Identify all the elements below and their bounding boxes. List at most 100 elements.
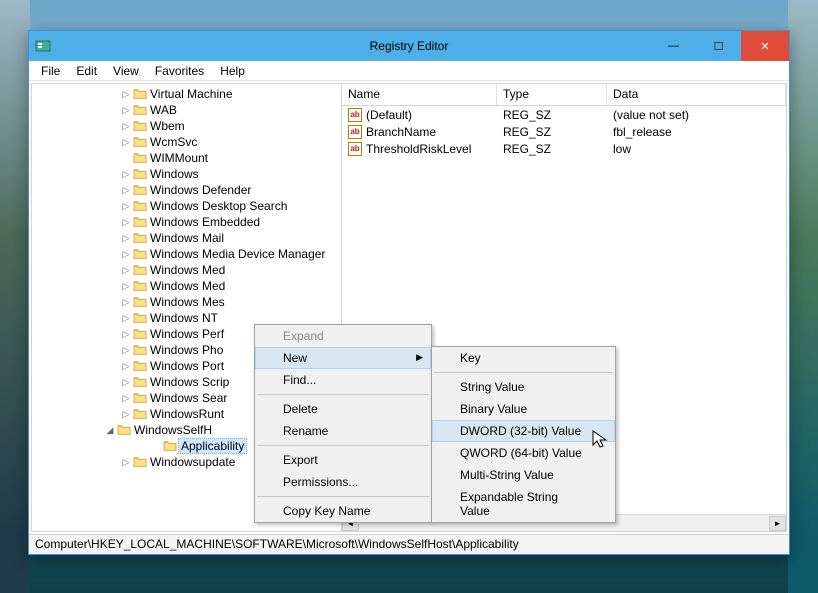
menu-help[interactable]: Help (212, 62, 253, 80)
expand-icon[interactable]: ▷ (120, 457, 132, 468)
tree-item[interactable]: ▷Windows Embedded (32, 214, 341, 230)
tree-item-label: Windowsupdate (148, 455, 237, 469)
tree-item-label: Windows Desktop Search (148, 199, 289, 213)
folder-icon (162, 439, 178, 453)
menu-view[interactable]: View (105, 62, 147, 80)
menu-item[interactable]: DWORD (32-bit) Value (432, 420, 615, 442)
folder-icon (132, 327, 148, 341)
folder-icon (132, 215, 148, 229)
value-row[interactable]: abThresholdRiskLevelREG_SZlow (342, 140, 786, 157)
value-row[interactable]: abBranchNameREG_SZfbl_release (342, 123, 786, 140)
menu-item[interactable]: Binary Value (432, 398, 615, 420)
tree-item[interactable]: ▷ Windows Desktop Search (32, 198, 341, 214)
expand-icon[interactable]: ▷ (120, 329, 132, 340)
tree-item-label: Windows Med (148, 279, 227, 293)
tree-item-label: Windows Perf (148, 327, 226, 341)
menu-item[interactable]: Multi-String Value (432, 464, 615, 486)
tree-item-label: WAB (148, 103, 179, 117)
folder-icon (132, 87, 148, 101)
tree-item[interactable]: ▷Virtual Machine (32, 86, 341, 102)
tree-item[interactable]: ▷WcmSvc (32, 134, 341, 150)
expand-icon[interactable]: ▷ (120, 393, 132, 404)
expand-icon[interactable]: ▷ (120, 121, 132, 132)
folder-icon (132, 103, 148, 117)
menu-favorites[interactable]: Favorites (147, 62, 212, 80)
close-button[interactable]: ✕ (741, 31, 789, 61)
context-menu[interactable]: ExpandNew▶Find...DeleteRenameExportPermi… (254, 324, 432, 523)
folder-icon (132, 119, 148, 133)
tree-item[interactable]: WIMMount (32, 150, 341, 166)
folder-icon (132, 247, 148, 261)
expand-icon[interactable]: ▷ (120, 137, 132, 148)
expand-icon[interactable]: ▷ (120, 201, 132, 212)
expand-icon[interactable]: ▷ (120, 313, 132, 324)
menu-item[interactable]: New▶ (255, 347, 431, 369)
tree-item-label: Windows NT (148, 311, 220, 325)
tree-item[interactable]: ▷Windows Mail (32, 230, 341, 246)
tree-item-label: Windows Scrip (148, 375, 231, 389)
expand-icon[interactable]: ▷ (120, 297, 132, 308)
menu-item[interactable]: Permissions... (255, 471, 431, 493)
tree-item[interactable]: ▷Windows Mes (32, 294, 341, 310)
tree-item[interactable]: ▷ WAB (32, 102, 341, 118)
menu-item[interactable]: Copy Key Name (255, 500, 431, 522)
expand-icon[interactable]: ▷ (120, 249, 132, 260)
folder-icon (132, 295, 148, 309)
menu-edit[interactable]: Edit (68, 62, 105, 80)
expand-icon[interactable]: ▷ (120, 345, 132, 356)
minimize-button[interactable]: — (651, 31, 696, 61)
expand-icon[interactable]: ▷ (120, 169, 132, 180)
menu-item[interactable]: Export (255, 449, 431, 471)
value-data: fbl_release (607, 125, 786, 139)
menu-item[interactable]: Expandable String Value (432, 486, 615, 522)
folder-icon (132, 183, 148, 197)
folder-icon (132, 151, 148, 165)
titlebar[interactable]: Registry Editor — ☐ ✕ (29, 31, 789, 61)
value-row[interactable]: ab(Default)REG_SZ(value not set) (342, 106, 786, 123)
menu-item[interactable]: QWORD (64-bit) Value (432, 442, 615, 464)
value-type: REG_SZ (497, 108, 607, 122)
folder-icon (132, 343, 148, 357)
expand-icon[interactable]: ▷ (120, 409, 132, 420)
expand-icon[interactable]: ▷ (120, 233, 132, 244)
menu-item[interactable]: Delete (255, 398, 431, 420)
menu-item[interactable]: String Value (432, 376, 615, 398)
expand-icon[interactable]: ▷ (120, 105, 132, 116)
expand-icon[interactable]: ▷ (120, 89, 132, 100)
tree-item[interactable]: ▷ Windows Med (32, 278, 341, 294)
value-type: REG_SZ (497, 142, 607, 156)
expand-icon[interactable]: ▷ (120, 281, 132, 292)
expand-icon[interactable]: ▷ (120, 217, 132, 228)
column-data[interactable]: Data (607, 84, 786, 105)
column-headers: Name Type Data (342, 84, 786, 106)
tree-item[interactable]: ▷Windows (32, 166, 341, 182)
statusbar: Computer\HKEY_LOCAL_MACHINE\SOFTWARE\Mic… (29, 534, 789, 554)
string-value-icon: ab (348, 125, 362, 139)
app-icon (35, 38, 51, 54)
tree-item-label: WindowsSelfH (132, 423, 214, 437)
menu-file[interactable]: File (33, 62, 68, 80)
tree-item-label: Wbem (148, 119, 187, 133)
tree-item[interactable]: ▷Windows Defender (32, 182, 341, 198)
scroll-right-button[interactable]: ► (769, 516, 786, 531)
expand-icon[interactable]: ▷ (120, 185, 132, 196)
expand-icon[interactable]: ◢ (104, 425, 116, 436)
maximize-button[interactable]: ☐ (696, 31, 741, 61)
tree-item[interactable]: ▷Windows Med (32, 262, 341, 278)
expand-icon[interactable]: ▷ (120, 377, 132, 388)
value-name: (Default) (366, 108, 412, 122)
column-name[interactable]: Name (342, 84, 497, 105)
expand-icon[interactable]: ▷ (120, 361, 132, 372)
string-value-icon: ab (348, 142, 362, 156)
tree-item-label: WindowsRunt (148, 407, 226, 421)
menu-item[interactable]: Rename (255, 420, 431, 442)
context-submenu-new[interactable]: Key String ValueBinary ValueDWORD (32-bit… (431, 346, 616, 523)
folder-icon (132, 199, 148, 213)
menu-item[interactable]: Key (432, 347, 615, 369)
tree-item-label: Windows Media Device Manager (148, 247, 327, 261)
expand-icon[interactable]: ▷ (120, 265, 132, 276)
column-type[interactable]: Type (497, 84, 607, 105)
tree-item[interactable]: ▷ Wbem (32, 118, 341, 134)
menu-item[interactable]: Find... (255, 369, 431, 391)
tree-item[interactable]: ▷ Windows Media Device Manager (32, 246, 341, 262)
